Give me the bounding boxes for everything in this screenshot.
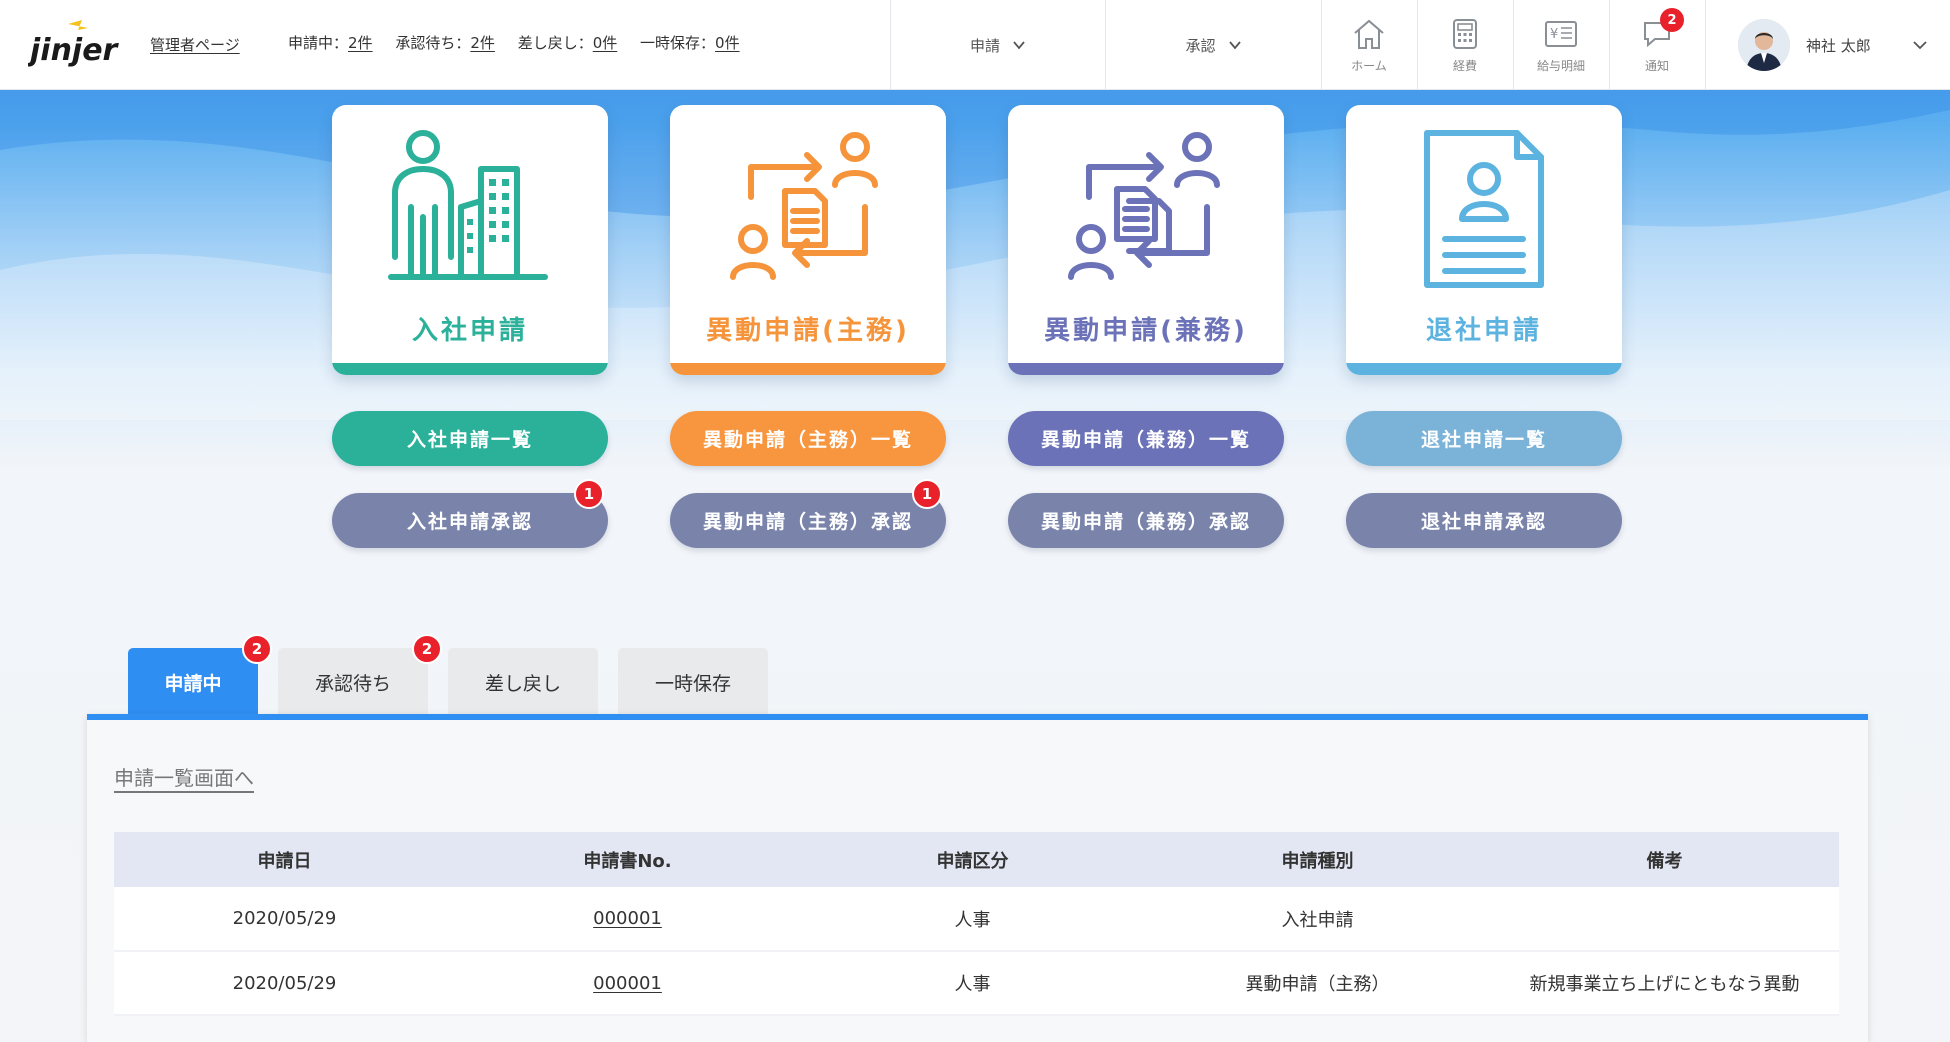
transfer-primary-approve-button[interactable]: 異動申請（主務）承認 1 bbox=[670, 479, 946, 548]
cell-remarks bbox=[1490, 887, 1839, 951]
user-name: 神社 太郎 bbox=[1806, 36, 1871, 55]
tab-count-badge: 2 bbox=[412, 634, 442, 664]
approve-menu[interactable]: 承認 bbox=[1106, 0, 1321, 90]
payslip-nav[interactable]: ¥ 給与明細 bbox=[1514, 0, 1608, 90]
chevron-down-icon[interactable] bbox=[1912, 37, 1928, 53]
avatar bbox=[1738, 19, 1790, 71]
resume-document-icon bbox=[1424, 130, 1544, 288]
cell-date: 2020/05/29 bbox=[232, 908, 337, 929]
applications-panel: 申請一覧画面へ 申請日 申請書No. 申請区分 申請種別 備考 2020/05/… bbox=[87, 714, 1868, 1042]
applications-table: 申請日 申請書No. 申請区分 申請種別 備考 2020/05/29 00000… bbox=[114, 832, 1839, 1016]
admin-page-link[interactable]: 管理者ページ bbox=[150, 34, 240, 55]
card-title: 入社申請 bbox=[411, 316, 528, 346]
tab-pending[interactable]: 申請中 2 bbox=[128, 634, 272, 716]
expense-nav[interactable]: 経費 bbox=[1418, 0, 1512, 90]
cell-category: 人事 bbox=[954, 974, 991, 995]
resignation-approve-button[interactable]: 退社申請承認 bbox=[1346, 493, 1622, 548]
card-accent-bar bbox=[1346, 363, 1622, 375]
user-menu[interactable]: 神社 太郎 bbox=[1738, 0, 1871, 90]
apply-menu[interactable]: 申請 bbox=[891, 0, 1105, 90]
svg-text:¥: ¥ bbox=[1550, 27, 1558, 42]
payslip-icon: ¥ bbox=[1545, 20, 1577, 47]
column-header-type: 申請種別 bbox=[1281, 850, 1354, 872]
cell-type: 異動申請（主務） bbox=[1245, 974, 1390, 995]
status-summary: 申請中：2件 承認待ち：2件 差し戻し：0件 一時保存：0件 bbox=[288, 32, 758, 53]
chevron-down-icon bbox=[1228, 41, 1241, 50]
transfer-primary-list-button[interactable]: 異動申請（主務）一覧 bbox=[670, 411, 946, 466]
card-accent-bar bbox=[332, 363, 608, 375]
divider bbox=[1705, 0, 1706, 90]
person-building-icon bbox=[388, 130, 548, 280]
tab-awaiting-approval[interactable]: 承認待ち 2 bbox=[278, 634, 442, 716]
card-transfer-primary-application[interactable]: 異動申請(主務) bbox=[670, 105, 946, 375]
application-list-link[interactable]: 申請一覧画面へ bbox=[114, 762, 254, 791]
tab-returned[interactable]: 差し戻し bbox=[448, 648, 598, 716]
cell-date: 2020/05/29 bbox=[232, 972, 337, 994]
cell-doc-no-link[interactable]: 000001 bbox=[455, 887, 800, 951]
cell-remarks: 新規事業立ち上げにともなう異動 bbox=[1529, 974, 1800, 995]
cell-type: 入社申請 bbox=[1281, 909, 1354, 931]
approve-count-badge: 1 bbox=[912, 479, 942, 509]
card-title: 退社申請 bbox=[1425, 316, 1542, 346]
top-header: jinjer 管理者ページ 申請中：2件 承認待ち：2件 差し戻し：0件 一時保… bbox=[0, 0, 1950, 90]
background-wave bbox=[0, 90, 1950, 420]
card-resignation-application[interactable]: 退社申請 bbox=[1346, 105, 1622, 375]
card-accent-bar bbox=[670, 363, 946, 375]
card-title: 異動申請(兼務) bbox=[1044, 316, 1248, 346]
onboarding-list-button[interactable]: 入社申請一覧 bbox=[332, 411, 608, 466]
card-accent-bar bbox=[1008, 363, 1284, 375]
table-row[interactable]: 2020/05/29 000001 人事 入社申請 bbox=[114, 887, 1839, 951]
column-header-doc-no: 申請書No. bbox=[583, 850, 672, 872]
transfer-concurrent-list-button[interactable]: 異動申請（兼務）一覧 bbox=[1008, 411, 1284, 466]
stat-draft[interactable]: 一時保存：0件 bbox=[640, 34, 740, 52]
column-header-date: 申請日 bbox=[257, 850, 312, 872]
table-header-row: 申請日 申請書No. 申請区分 申請種別 備考 bbox=[114, 832, 1839, 887]
tab-draft[interactable]: 一時保存 bbox=[618, 648, 768, 716]
jinjer-logo[interactable]: jinjer bbox=[28, 20, 124, 70]
home-nav[interactable]: ホーム bbox=[1322, 0, 1416, 90]
resignation-list-button[interactable]: 退社申請一覧 bbox=[1346, 411, 1622, 466]
notification-nav[interactable]: 通知 2 bbox=[1610, 0, 1704, 90]
card-title: 異動申請(主務) bbox=[706, 316, 910, 346]
onboarding-approve-button[interactable]: 入社申請承認 1 bbox=[332, 479, 608, 548]
chevron-down-icon bbox=[1013, 41, 1025, 50]
card-transfer-concurrent-application[interactable]: 異動申請(兼務) bbox=[1008, 105, 1284, 375]
tab-count-badge: 2 bbox=[242, 634, 272, 664]
stat-awaiting-approval[interactable]: 承認待ち：2件 bbox=[395, 34, 495, 52]
cell-category: 人事 bbox=[954, 909, 991, 931]
notification-badge: 2 bbox=[1660, 8, 1684, 32]
approve-count-badge: 1 bbox=[574, 479, 604, 509]
column-header-remarks: 備考 bbox=[1646, 850, 1683, 872]
document-transfer-icon bbox=[730, 132, 878, 280]
stat-returned[interactable]: 差し戻し：0件 bbox=[518, 34, 618, 52]
column-header-category: 申請区分 bbox=[936, 850, 1009, 872]
transfer-concurrent-approve-button[interactable]: 異動申請（兼務）承認 bbox=[1008, 493, 1284, 548]
card-onboarding-application[interactable]: 入社申請 bbox=[332, 105, 608, 375]
svg-text:jinjer: jinjer bbox=[28, 33, 120, 68]
calculator-icon bbox=[1453, 18, 1477, 49]
table-row[interactable]: 2020/05/29 000001 人事 異動申請（主務） 新規事業立ち上げにと… bbox=[114, 951, 1839, 1015]
cell-doc-no-link[interactable]: 000001 bbox=[455, 951, 800, 1015]
home-icon bbox=[1354, 19, 1384, 49]
documents-transfer-icon bbox=[1068, 132, 1220, 280]
stat-pending[interactable]: 申請中：2件 bbox=[288, 34, 373, 52]
